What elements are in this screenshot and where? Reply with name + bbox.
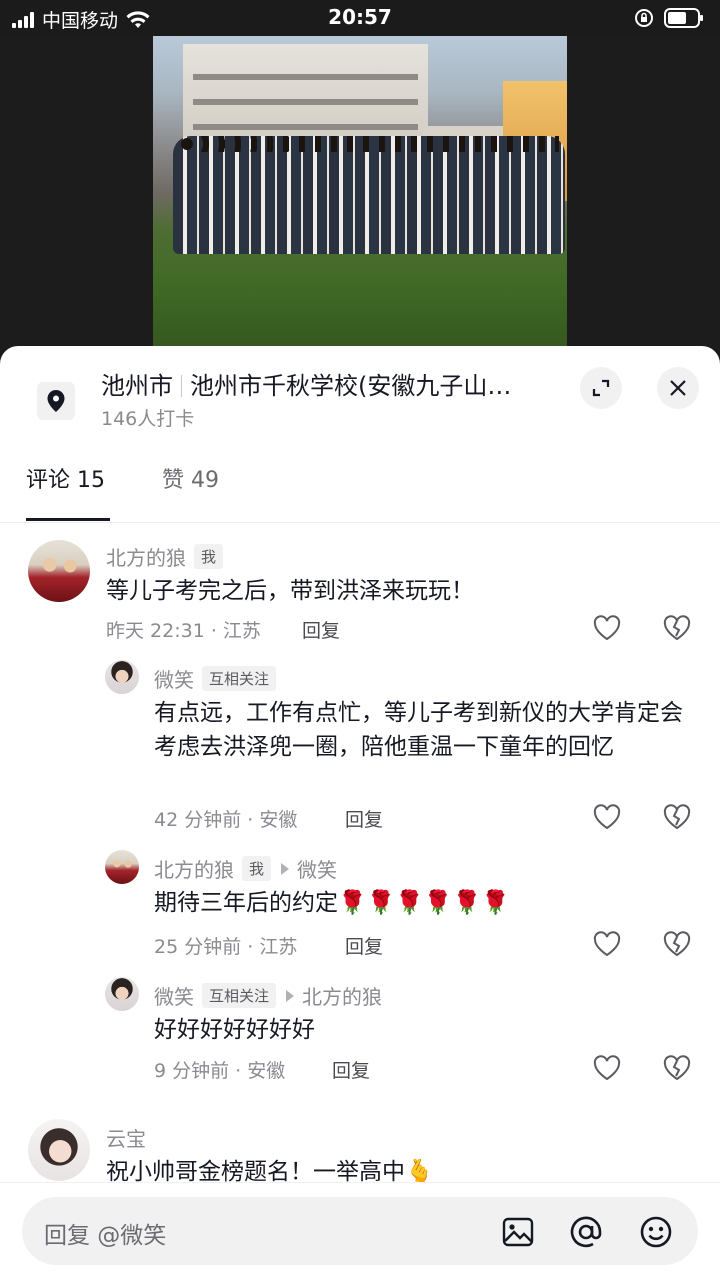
rotation-lock-icon bbox=[635, 9, 653, 27]
image-icon bbox=[502, 1217, 534, 1247]
like-button[interactable] bbox=[592, 929, 622, 959]
author-name: 微笑 bbox=[154, 668, 194, 692]
reply-arrow-icon bbox=[286, 989, 295, 1002]
comment-text: 等儿子考完之后，带到洪泽来玩玩！ bbox=[106, 578, 474, 604]
reply-button[interactable]: 回复 bbox=[332, 1056, 370, 1083]
heart-icon bbox=[593, 1055, 621, 1081]
like-button[interactable] bbox=[592, 1053, 622, 1083]
comment-text: 期待三年后的约定🌹🌹🌹🌹🌹🌹 bbox=[154, 890, 510, 916]
reply-bar: 回复 @微笑 bbox=[0, 1182, 720, 1281]
author-tag: 互相关注 bbox=[202, 666, 277, 691]
expand-button[interactable] bbox=[580, 367, 622, 409]
avatar[interactable] bbox=[105, 660, 139, 694]
comment-text: 好好好好好好好 bbox=[154, 1017, 315, 1043]
dislike-button[interactable] bbox=[662, 802, 692, 832]
reply-target[interactable]: 北方的狼 bbox=[302, 981, 382, 1010]
comment-author[interactable]: 微笑 互相关注 bbox=[154, 664, 277, 693]
location-title[interactable]: 池州市 池州市千秋学校(安徽九子山… bbox=[101, 366, 551, 401]
author-tag: 我 bbox=[194, 544, 224, 569]
group-photo[interactable] bbox=[153, 36, 567, 348]
broken-heart-icon bbox=[663, 931, 691, 957]
reply-target[interactable]: 微笑 bbox=[297, 854, 337, 883]
comment-meta: 42 分钟前 · 安徽 bbox=[154, 809, 298, 831]
heart-icon bbox=[593, 615, 621, 641]
tab-indicator bbox=[26, 518, 110, 521]
location-place: 池州市千秋学校(安徽九子山… bbox=[190, 372, 512, 400]
dislike-button[interactable] bbox=[662, 1053, 692, 1083]
location-pin-icon bbox=[37, 382, 75, 420]
broken-heart-icon bbox=[663, 804, 691, 830]
students-group bbox=[173, 136, 565, 254]
dislike-button[interactable] bbox=[662, 929, 692, 959]
author-tag: 互相关注 bbox=[202, 983, 277, 1008]
comment-author[interactable]: 微笑 互相关注 北方的狼 bbox=[154, 981, 382, 1010]
avatar[interactable] bbox=[105, 977, 139, 1011]
location-city: 池州市 bbox=[101, 372, 173, 400]
photo-backdrop bbox=[0, 36, 720, 348]
comment-sheet: 池州市 池州市千秋学校(安徽九子山… 146人打卡 评论 15 赞 49 北方的狼… bbox=[0, 346, 720, 1280]
status-right bbox=[634, 8, 704, 28]
reply-button[interactable]: 回复 bbox=[345, 932, 383, 959]
at-icon bbox=[570, 1216, 602, 1248]
reply-arrow-icon bbox=[281, 862, 290, 875]
battery-icon bbox=[664, 8, 703, 28]
title-divider bbox=[181, 375, 182, 397]
mention-button[interactable] bbox=[568, 1214, 604, 1250]
close-button[interactable] bbox=[657, 367, 699, 409]
comment-author[interactable]: 北方的狼我 bbox=[106, 542, 224, 571]
author-name: 北方的狼 bbox=[106, 546, 186, 570]
avatar[interactable] bbox=[28, 540, 90, 602]
students-heads bbox=[179, 136, 559, 152]
heart-icon bbox=[593, 804, 621, 830]
broken-heart-icon bbox=[663, 615, 691, 641]
broken-heart-icon bbox=[663, 1055, 691, 1081]
checkin-count: 146人打卡 bbox=[101, 408, 195, 430]
avatar[interactable] bbox=[105, 850, 139, 884]
image-button[interactable] bbox=[500, 1214, 536, 1250]
reply-button[interactable]: 回复 bbox=[302, 616, 340, 643]
comment-meta: 昨天 22:31 · 江苏 bbox=[106, 620, 261, 642]
expand-icon bbox=[592, 379, 610, 397]
emoji-icon bbox=[640, 1216, 672, 1248]
reply-input[interactable]: 回复 @微笑 bbox=[22, 1197, 698, 1265]
emoji-button[interactable] bbox=[638, 1214, 674, 1250]
tab-likes[interactable]: 赞 49 bbox=[162, 462, 219, 494]
like-button[interactable] bbox=[592, 613, 622, 643]
heart-icon bbox=[593, 931, 621, 957]
status-bar: 中国移动 20:57 bbox=[0, 0, 720, 36]
like-button[interactable] bbox=[592, 802, 622, 832]
tab-bar: 评论 15 赞 49 bbox=[0, 446, 720, 523]
comment-meta: 25 分钟前 · 江苏 bbox=[154, 936, 298, 958]
comment-author[interactable]: 北方的狼我微笑 bbox=[154, 854, 337, 883]
dislike-button[interactable] bbox=[662, 613, 692, 643]
author-name: 北方的狼 bbox=[154, 858, 234, 882]
author-name: 云宝 bbox=[106, 1127, 146, 1151]
author-name: 微笑 bbox=[154, 985, 194, 1009]
comment-text: 有点远，工作有点忙，等儿子考到新仪的大学肯定会考虑去洪泽兜一圈，陪他重温一下童年… bbox=[154, 700, 683, 760]
close-icon bbox=[670, 380, 686, 396]
tab-comments[interactable]: 评论 15 bbox=[26, 462, 105, 494]
reply-button[interactable]: 回复 bbox=[345, 805, 383, 832]
comment-author[interactable]: 云宝 bbox=[106, 1123, 146, 1152]
author-tag: 我 bbox=[242, 856, 272, 881]
clock: 20:57 bbox=[328, 5, 392, 29]
comment-meta: 9 分钟前 · 安徽 bbox=[154, 1060, 286, 1082]
avatar[interactable] bbox=[28, 1119, 90, 1181]
reply-placeholder: 回复 @微笑 bbox=[44, 1223, 167, 1249]
